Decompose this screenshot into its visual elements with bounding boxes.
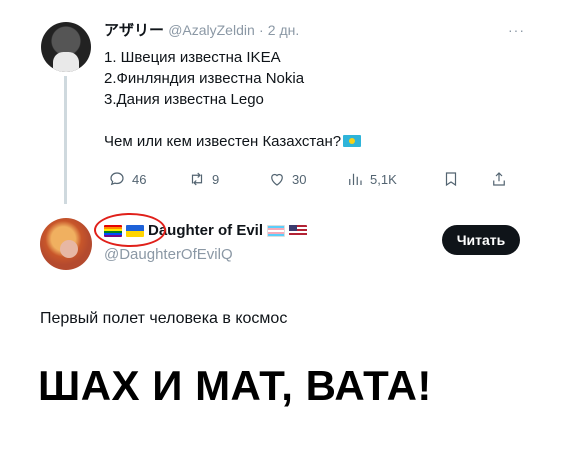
tweet-question: Чем или кем известен Казахстан? xyxy=(104,131,544,152)
author-handle[interactable]: @AzalyZeldin xyxy=(168,22,255,38)
trans-flag-icon xyxy=(267,225,286,237)
timestamp[interactable]: 2 дн. xyxy=(268,22,299,38)
like-count: 30 xyxy=(292,171,307,187)
bookmark-button[interactable] xyxy=(442,170,460,188)
views-bar-chart-icon xyxy=(349,173,362,185)
follow-button[interactable]: Читать xyxy=(442,225,520,255)
more-options-icon[interactable]: ··· xyxy=(508,22,525,38)
reply-text: Первый полет человека в космос xyxy=(40,310,288,327)
reply-icon xyxy=(110,172,124,186)
avatar[interactable] xyxy=(41,22,91,72)
repost-button[interactable]: 9 xyxy=(188,170,219,188)
repost-count: 9 xyxy=(212,171,220,187)
repost-icon xyxy=(191,172,203,186)
reply-author-handle[interactable]: @DaughterOfEvilQ xyxy=(104,246,233,263)
author-name[interactable]: アザリー xyxy=(104,22,164,39)
tweet-text: 1. Швеция известна IKEA 2.Финляндия изве… xyxy=(104,47,544,152)
meme-caption: ШАХ И МАТ, ВАТА! xyxy=(38,362,432,409)
tweet-line: 2.Финляндия известна Nokia xyxy=(104,70,305,87)
heart-icon xyxy=(271,173,283,186)
views-button[interactable]: 5,1K xyxy=(346,170,397,188)
reply-count: 46 xyxy=(132,171,147,187)
question-text: Чем или кем известен Казахстан? xyxy=(104,133,342,150)
share-icon xyxy=(493,172,505,186)
thread-line xyxy=(64,76,67,204)
avatar[interactable] xyxy=(40,218,92,270)
bookmark-icon xyxy=(445,172,457,187)
tweet-header: アザリー @AzalyZeldin · 2 дн. xyxy=(104,20,544,41)
tweet-line: 3.Дания известна Lego xyxy=(104,91,264,108)
like-button[interactable]: 30 xyxy=(268,170,306,188)
separator-dot: · xyxy=(258,22,264,38)
tweet-line: 1. Швеция известна IKEA xyxy=(104,49,281,66)
highlight-circle xyxy=(94,213,166,247)
views-count: 5,1K xyxy=(370,171,397,187)
share-button[interactable] xyxy=(490,170,508,188)
us-flag-icon xyxy=(289,225,308,237)
original-tweet: アザリー @AzalyZeldin · 2 дн. 1. Швеция изве… xyxy=(104,20,544,152)
reply-button[interactable]: 46 xyxy=(108,170,146,188)
tweet-actions: 46 9 30 5,1K xyxy=(108,170,528,192)
kazakhstan-flag-icon xyxy=(343,135,362,147)
